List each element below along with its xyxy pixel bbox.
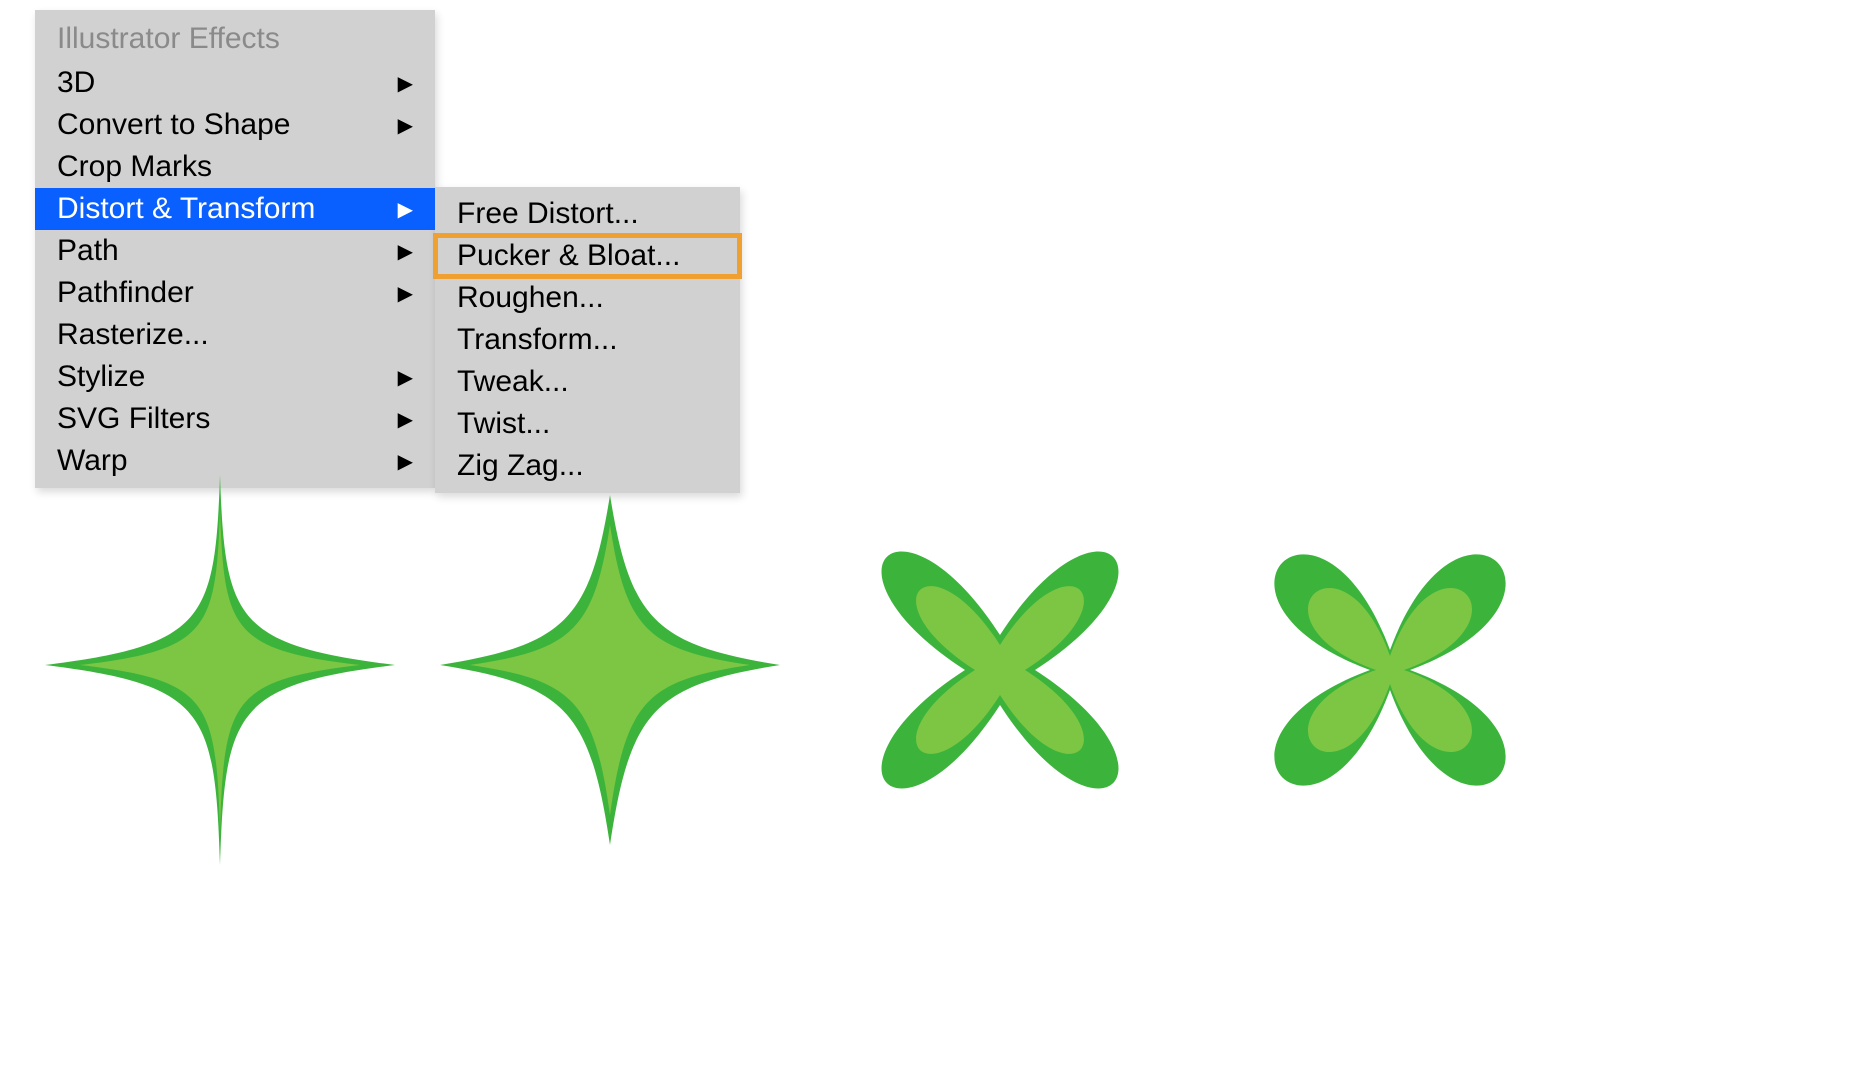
submenu-arrow-icon: ▶ bbox=[398, 197, 413, 222]
primary-menu-panel: Illustrator Effects 3D ▶ Convert to Shape ▶… bbox=[35, 10, 435, 488]
submenu-item-label: Roughen... bbox=[457, 281, 604, 315]
submenu-arrow-icon: ▶ bbox=[398, 281, 413, 306]
submenu-arrow-icon: ▶ bbox=[398, 365, 413, 390]
submenu-item-label: Twist... bbox=[457, 407, 550, 441]
menu-item-convert-to-shape[interactable]: Convert to Shape ▶ bbox=[35, 104, 435, 146]
menu-item-label: SVG Filters bbox=[57, 402, 210, 436]
submenu-arrow-icon: ▶ bbox=[398, 407, 413, 432]
menu-item-label: Pathfinder bbox=[57, 276, 194, 310]
menu-header: Illustrator Effects bbox=[35, 16, 435, 62]
submenu-arrow-icon: ▶ bbox=[398, 71, 413, 96]
submenu-item-label: Transform... bbox=[457, 323, 618, 357]
submenu-item-free-distort[interactable]: Free Distort... bbox=[435, 193, 740, 235]
shapes-row bbox=[40, 470, 1570, 870]
submenu-panel: Free Distort... Pucker & Bloat... Roughen.… bbox=[435, 187, 740, 493]
submenu-item-label: Pucker & Bloat... bbox=[457, 239, 680, 273]
menu-item-3d[interactable]: 3D ▶ bbox=[35, 62, 435, 104]
menu-item-label: 3D bbox=[57, 66, 95, 100]
submenu-item-roughen[interactable]: Roughen... bbox=[435, 277, 740, 319]
menu-item-pathfinder[interactable]: Pathfinder ▶ bbox=[35, 272, 435, 314]
submenu-item-label: Free Distort... bbox=[457, 197, 639, 231]
submenu-item-transform[interactable]: Transform... bbox=[435, 319, 740, 361]
menu-item-crop-marks[interactable]: Crop Marks bbox=[35, 146, 435, 188]
submenu-item-twist[interactable]: Twist... bbox=[435, 403, 740, 445]
menu-item-label: Distort & Transform bbox=[57, 192, 315, 226]
menu-item-stylize[interactable]: Stylize ▶ bbox=[35, 356, 435, 398]
menu-item-label: Rasterize... bbox=[57, 318, 209, 352]
submenu-item-label: Tweak... bbox=[457, 365, 569, 399]
shape-pucker-mild bbox=[430, 470, 790, 870]
submenu-arrow-icon: ▶ bbox=[398, 113, 413, 138]
menu-item-label: Path bbox=[57, 234, 119, 268]
submenu-arrow-icon: ▶ bbox=[398, 239, 413, 264]
menu-item-path[interactable]: Path ▶ bbox=[35, 230, 435, 272]
shape-bloat-mild bbox=[820, 470, 1180, 870]
submenu-item-tweak[interactable]: Tweak... bbox=[435, 361, 740, 403]
submenu-item-pucker-bloat[interactable]: Pucker & Bloat... bbox=[435, 235, 740, 277]
effects-menu: Illustrator Effects 3D ▶ Convert to Shape ▶… bbox=[35, 10, 740, 493]
menu-item-label: Stylize bbox=[57, 360, 145, 394]
menu-item-distort-transform[interactable]: Distort & Transform ▶ bbox=[35, 188, 435, 230]
menu-item-label: Crop Marks bbox=[57, 150, 212, 184]
menu-item-svg-filters[interactable]: SVG Filters ▶ bbox=[35, 398, 435, 440]
shape-bloat-strong bbox=[1210, 470, 1570, 870]
menu-item-label: Convert to Shape bbox=[57, 108, 290, 142]
menu-item-rasterize[interactable]: Rasterize... bbox=[35, 314, 435, 356]
shape-pucker-strong bbox=[40, 470, 400, 870]
